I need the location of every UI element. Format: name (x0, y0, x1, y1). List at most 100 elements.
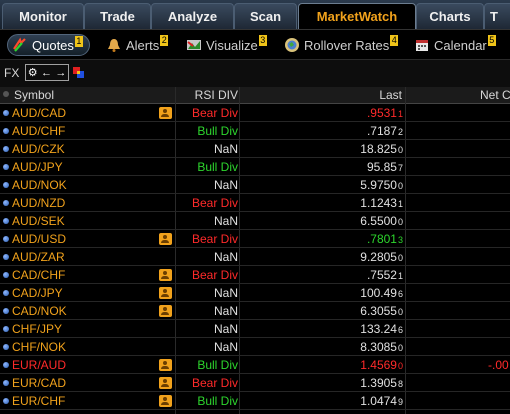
row-status-dot (3, 254, 9, 260)
last-price-cell: 6.30550 (360, 304, 403, 318)
subtab-rollover-rates[interactable]: Rollover Rates 4 (284, 34, 399, 56)
column-header-symbol[interactable]: Symbol (14, 88, 54, 102)
gear-icon[interactable]: ⚙ (28, 66, 38, 79)
last-price-pip: 6 (397, 289, 403, 299)
last-price-main: .7801 (366, 232, 397, 246)
table-row[interactable]: AUD/ZAR NaN 9.28050 (0, 248, 510, 266)
symbol-cell[interactable]: AUD/CAD (12, 106, 66, 120)
person-icon[interactable] (159, 377, 172, 389)
color-link-icon[interactable] (73, 67, 84, 78)
rsi-div-cell: Bull Div (197, 394, 238, 408)
fx-toolbar: FX ⚙ ← → (0, 59, 510, 88)
column-header-last[interactable]: Last (379, 88, 402, 102)
table-row[interactable]: CAD/NOK NaN 6.30550 (0, 302, 510, 320)
tab-trade[interactable]: Trade (84, 3, 151, 29)
last-price-pip: 1 (397, 271, 403, 281)
person-icon[interactable] (159, 107, 172, 119)
last-price-cell: 1.39058 (360, 376, 403, 390)
symbol-cell[interactable]: CHF/JPY (12, 322, 62, 336)
tab-monitor[interactable]: Monitor (2, 3, 84, 29)
table-row[interactable]: AUD/USD Bear Div .78013 (0, 230, 510, 248)
last-price-cell: 9.28050 (360, 250, 403, 264)
symbol-cell[interactable]: CHF/NOK (12, 340, 66, 354)
symbol-cell[interactable]: CAD/JPY (12, 286, 63, 300)
person-icon[interactable] (159, 359, 172, 371)
subtab-label: Calendar (434, 37, 487, 53)
table-row[interactable]: EUR/CAD Bear Div 1.39058 (0, 374, 510, 392)
symbol-cell[interactable]: AUD/CZK (12, 142, 65, 156)
tab-marketwatch[interactable]: MarketWatch (298, 3, 416, 29)
table-row[interactable]: AUD/NOK NaN 5.97500 (0, 176, 510, 194)
last-price-cell: .75521 (367, 268, 403, 282)
subtab-quotes[interactable]: Quotes 1 (7, 34, 90, 56)
arrow-left-icon[interactable]: ← (41, 67, 52, 79)
watchlist-name: FX (4, 66, 20, 80)
tab-analyze[interactable]: Analyze (151, 3, 234, 29)
table-row[interactable]: CHF/NOK NaN 8.30850 (0, 338, 510, 356)
row-status-dot (3, 236, 9, 242)
symbol-cell[interactable]: EUR/CHF (12, 394, 65, 408)
person-icon[interactable] (159, 269, 172, 281)
symbol-cell[interactable]: EUR/AUD (12, 358, 66, 372)
column-header-net-change[interactable]: Net C (480, 88, 510, 102)
table-row[interactable]: AUD/NZD Bear Div 1.12431 (0, 194, 510, 212)
table-row[interactable]: AUD/CZK NaN 18.8250 (0, 140, 510, 158)
row-status-dot (3, 380, 9, 386)
last-price-pip: 8 (397, 379, 403, 389)
watchlist-controls[interactable]: ⚙ ← → (25, 64, 69, 81)
last-price-cell: 95.857 (367, 160, 403, 174)
table-row[interactable]: AUD/CHF Bull Div .71872 (0, 122, 510, 140)
table-row[interactable]: EUR/AUD Bull Div 1.45690 -.00 (0, 356, 510, 374)
person-icon[interactable] (159, 287, 172, 299)
subtab-label: Quotes (32, 37, 74, 53)
table-row[interactable]: EUR/CHF Bull Div 1.04749 (0, 392, 510, 410)
rsi-div-cell: Bull Div (197, 160, 238, 174)
table-row[interactable]: CAD/CHF Bear Div .75521 (0, 266, 510, 284)
arrow-right-icon[interactable]: → (55, 67, 66, 79)
table-row[interactable]: CAD/JPY NaN 100.496 (0, 284, 510, 302)
subtab-calendar[interactable]: Calendar 5 (414, 34, 496, 56)
tab-charts[interactable]: Charts (416, 3, 484, 29)
symbol-cell[interactable]: CAD/CHF (12, 268, 65, 282)
symbol-cell[interactable]: AUD/USD (12, 232, 66, 246)
symbol-cell[interactable]: AUD/CHF (12, 124, 65, 138)
symbol-cell[interactable]: CAD/NOK (12, 304, 67, 318)
tab-scan[interactable]: Scan (234, 3, 297, 29)
last-price-cell: 5.97500 (360, 178, 403, 192)
row-status-dot (3, 344, 9, 350)
last-price-pip: 0 (397, 253, 403, 263)
shortcut-badge: 3 (258, 35, 267, 46)
last-price-main: 95.85 (366, 160, 397, 174)
shortcut-badge: 4 (390, 35, 399, 46)
subtab-label: Rollover Rates (304, 37, 390, 53)
person-icon[interactable] (159, 233, 172, 245)
rsi-div-cell: NaN (213, 286, 238, 300)
symbol-cell[interactable]: AUD/NOK (12, 178, 67, 192)
table-row[interactable]: AUD/CAD Bear Div .95311 (0, 104, 510, 122)
row-status-dot (3, 200, 9, 206)
rsi-div-cell: NaN (213, 304, 238, 318)
shortcut-badge: 2 (160, 35, 169, 46)
last-price-pip: 0 (397, 307, 403, 317)
table-row[interactable]: AUD/SEK NaN 6.55000 (0, 212, 510, 230)
symbol-cell[interactable]: AUD/ZAR (12, 250, 65, 264)
last-price-cell: 1.04749 (360, 394, 403, 408)
visualize-icon (186, 37, 202, 53)
symbol-cell[interactable]: AUD/JPY (12, 160, 63, 174)
tab-truncated[interactable]: T (484, 3, 510, 29)
table-row[interactable]: CHF/JPY NaN 133.246 (0, 320, 510, 338)
last-price-pip: 9 (397, 397, 403, 407)
quotes-arrows-icon (12, 37, 28, 53)
table-row[interactable]: AUD/JPY Bull Div 95.857 (0, 158, 510, 176)
last-price-main: 100.49 (360, 286, 397, 300)
column-header-rsi-div[interactable]: RSI DIV (195, 88, 238, 102)
person-icon[interactable] (159, 395, 172, 407)
symbol-cell[interactable]: AUD/SEK (12, 214, 65, 228)
row-status-dot (3, 218, 9, 224)
subtab-visualize[interactable]: Visualize 3 (186, 34, 267, 56)
rsi-div-cell: Bear Div (191, 196, 238, 210)
symbol-cell[interactable]: EUR/CAD (12, 376, 66, 390)
subtab-alerts[interactable]: Alerts 2 (106, 34, 169, 56)
symbol-cell[interactable]: AUD/NZD (12, 196, 65, 210)
person-icon[interactable] (159, 305, 172, 317)
